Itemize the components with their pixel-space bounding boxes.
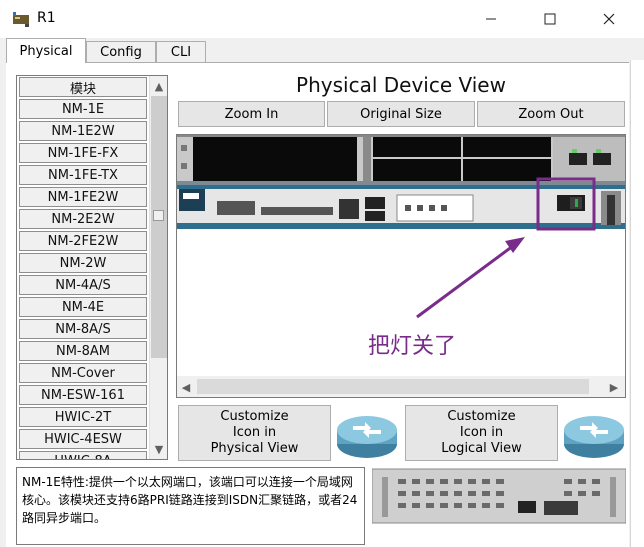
customize-logical-line2: Icon in xyxy=(459,425,504,440)
module-slot-2 xyxy=(373,137,461,157)
customize-physical-line1: Customize xyxy=(220,409,289,424)
annotation-text: 把灯关了 xyxy=(368,334,457,359)
window-title: R1 xyxy=(37,10,56,26)
module-list-header: 模块 xyxy=(19,77,147,97)
module-item[interactable]: HWIC-8A xyxy=(19,451,147,459)
module-item[interactable]: HWIC-2T xyxy=(19,407,147,427)
module-list[interactable]: 模块 NM-1E NM-1E2W NM-1FE-FX NM-1FE-TX NM-… xyxy=(16,75,168,460)
scroll-up-icon[interactable]: ▲ xyxy=(150,77,167,95)
module-description: NM-1E特性:提供一个以太网端口，该端口可以连接一个局域网核心。该模块还支持6… xyxy=(16,467,365,545)
module-item[interactable]: NM-1FE2W xyxy=(19,187,147,207)
tab-physical[interactable]: Physical xyxy=(6,38,86,63)
close-icon xyxy=(603,13,615,25)
close-button[interactable] xyxy=(586,0,632,38)
module-slot-3 xyxy=(373,159,461,181)
router-icon xyxy=(564,416,624,458)
minimize-icon xyxy=(486,18,496,20)
window-edge xyxy=(630,60,644,547)
module-item[interactable]: NM-8AM xyxy=(19,341,147,361)
scroll-grip xyxy=(153,210,164,221)
module-item[interactable]: NM-1E2W xyxy=(19,121,147,141)
zoom-out-button[interactable]: Zoom Out xyxy=(477,101,625,127)
page-title: Physical Device View xyxy=(296,73,506,97)
module-item[interactable]: NM-1E xyxy=(19,99,147,119)
module-item[interactable]: HWIC-4ESW xyxy=(19,429,147,449)
module-item[interactable]: NM-2W xyxy=(19,253,147,273)
scroll-thumb[interactable] xyxy=(151,96,167,358)
tab-cli[interactable]: CLI xyxy=(156,41,206,63)
maximize-icon xyxy=(544,13,556,25)
module-preview-image xyxy=(372,467,626,525)
annotation-arrow xyxy=(416,241,518,319)
customize-logical-icon-button[interactable]: Customize Icon in Logical View xyxy=(405,405,558,461)
module-item[interactable]: NM-1FE-FX xyxy=(19,143,147,163)
customize-physical-line3: Physical View xyxy=(210,441,299,456)
original-size-button[interactable]: Original Size xyxy=(327,101,475,127)
scroll-left-icon[interactable]: ◀ xyxy=(177,378,195,396)
module-slot-1 xyxy=(193,137,357,181)
router-icon xyxy=(337,416,397,458)
customize-physical-line2: Icon in xyxy=(232,425,277,440)
module-item[interactable]: NM-4E xyxy=(19,297,147,317)
minimize-button[interactable] xyxy=(468,0,514,38)
tab-divider xyxy=(6,62,629,63)
zoom-in-button[interactable]: Zoom In xyxy=(178,101,325,127)
module-item[interactable]: NM-2E2W xyxy=(19,209,147,229)
module-item[interactable]: NM-Cover xyxy=(19,363,147,383)
module-item[interactable]: NM-ESW-161 xyxy=(19,385,147,405)
router-app-icon xyxy=(13,12,29,27)
device-view-scrollbar-h[interactable]: ◀ ▶ xyxy=(177,376,625,397)
maximize-button[interactable] xyxy=(527,0,573,38)
scroll-right-icon[interactable]: ▶ xyxy=(605,378,623,396)
module-list-scrollbar[interactable]: ▲ ▼ xyxy=(149,76,167,459)
tab-config[interactable]: Config xyxy=(86,41,156,63)
module-item[interactable]: NM-8A/S xyxy=(19,319,147,339)
title-bar: R1 xyxy=(0,0,644,38)
module-item[interactable]: NM-1FE-TX xyxy=(19,165,147,185)
module-item[interactable]: NM-4A/S xyxy=(19,275,147,295)
scroll-down-icon[interactable]: ▼ xyxy=(150,440,167,458)
customize-physical-icon-button[interactable]: Customize Icon in Physical View xyxy=(178,405,331,461)
module-slot-4 xyxy=(463,137,551,157)
scroll-thumb-h[interactable] xyxy=(197,379,589,394)
module-item[interactable]: NM-2FE2W xyxy=(19,231,147,251)
customize-logical-line3: Logical View xyxy=(441,441,522,456)
customize-logical-line1: Customize xyxy=(447,409,516,424)
